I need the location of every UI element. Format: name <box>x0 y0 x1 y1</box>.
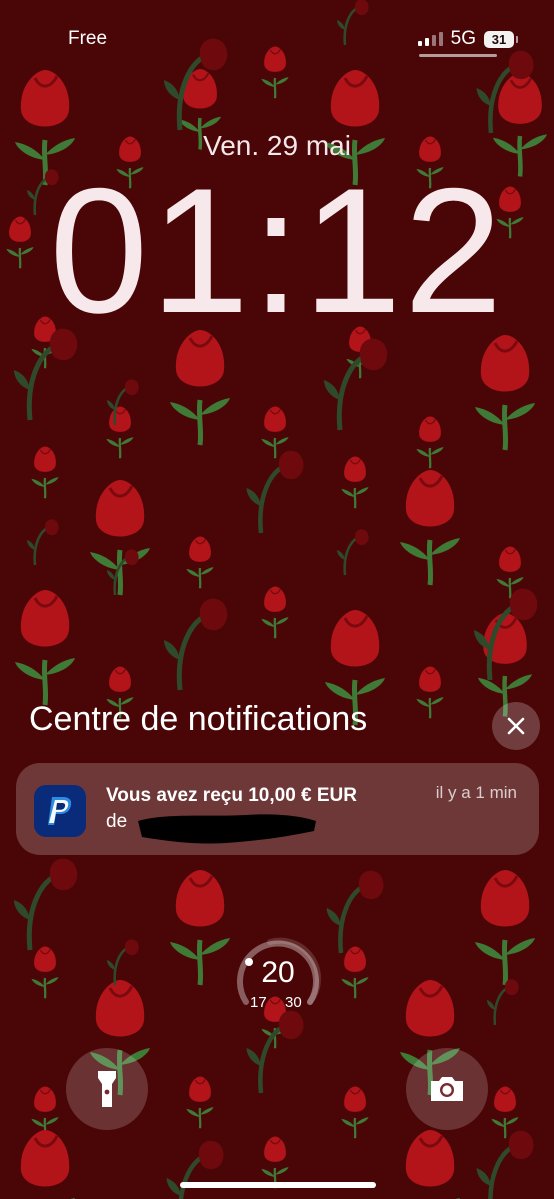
carrier-label: Free <box>68 28 108 49</box>
camera-button[interactable] <box>406 1048 488 1130</box>
home-indicator[interactable] <box>180 1182 376 1188</box>
gauge-min: 17 <box>250 994 267 1011</box>
battery-icon: 31 <box>484 30 518 48</box>
control-center-indicator[interactable] <box>419 54 497 57</box>
notification-title: Vous avez reçu 10,00 € EUR <box>106 785 357 806</box>
signal-icon <box>417 32 443 46</box>
redaction-mark <box>138 814 316 844</box>
status-icons: 5G 31 <box>417 28 518 50</box>
notification-body: de <box>106 811 128 832</box>
clear-notifications-button[interactable] <box>492 702 540 750</box>
lock-time: 01:12 <box>49 151 505 350</box>
camera-icon <box>431 1077 463 1101</box>
flashlight-icon <box>98 1071 116 1107</box>
close-icon <box>507 717 525 735</box>
notification-card[interactable]: Vous avez reçu 10,00 € EUR de il y a 1 m… <box>16 763 539 855</box>
paypal-icon <box>34 785 86 837</box>
network-label: 5G <box>450 28 476 49</box>
notification-center-title: Centre de notifications <box>29 700 368 738</box>
flashlight-button[interactable] <box>66 1048 148 1130</box>
gauge-value: 20 <box>261 956 295 989</box>
notification-time: il y a 1 min <box>435 783 517 802</box>
battery-level: 31 <box>491 31 507 47</box>
gauge-max: 30 <box>285 994 302 1011</box>
